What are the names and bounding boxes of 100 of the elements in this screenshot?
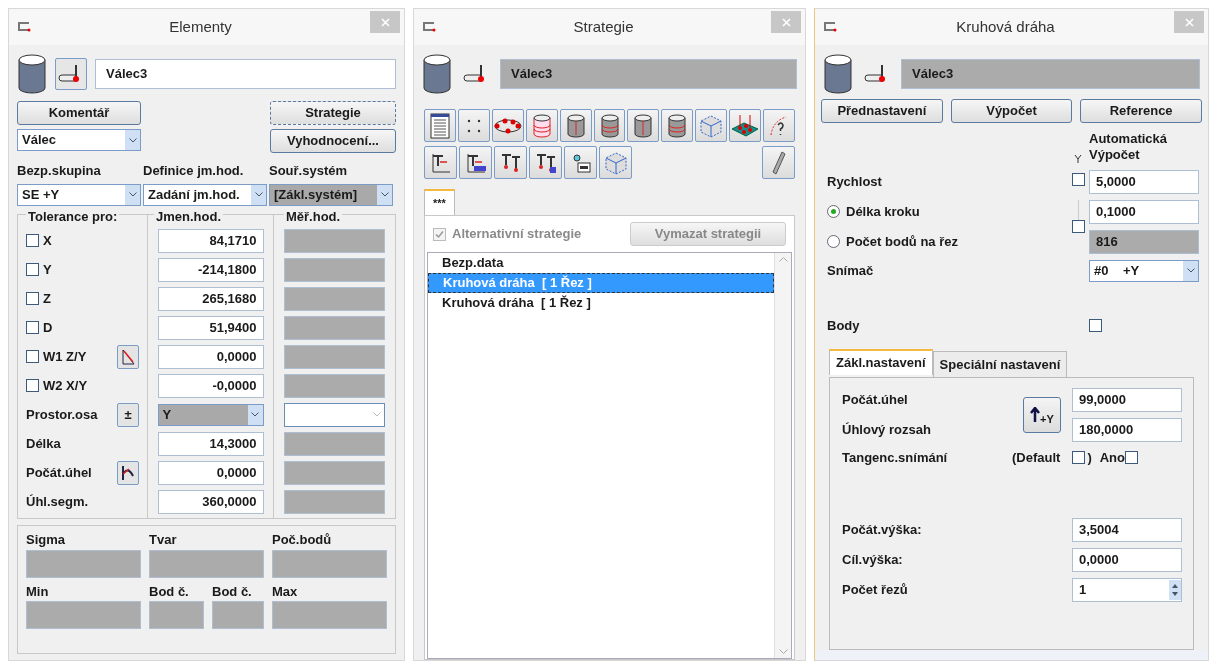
type-dropdown[interactable]: Válec	[17, 129, 141, 151]
field-label: Délka kroku	[846, 202, 920, 221]
nominal-value-field[interactable]: -214,1800	[157, 257, 264, 282]
element-name-field[interactable]: Válec3	[500, 59, 797, 89]
up-arrow-icon	[1030, 407, 1041, 423]
nominal-value-field[interactable]: 51,9400	[157, 315, 264, 340]
nominal-value-field[interactable]: 360,0000	[157, 489, 264, 514]
scroll-down-icon	[778, 649, 788, 654]
input-field[interactable]: 0,1000	[1089, 199, 1199, 224]
probe-dropdown[interactable]: #0 +Y	[1089, 259, 1199, 282]
toolbar-text-button[interactable]: Přednastavení	[821, 99, 943, 123]
spinner-field[interactable]: 1	[1072, 577, 1182, 602]
axis-dropdown[interactable]: Y	[157, 403, 264, 426]
radio-button[interactable]	[827, 235, 840, 248]
row-label: Y	[43, 260, 53, 279]
nominal-value-field[interactable]: -0,0000	[157, 373, 264, 398]
toolbar-button[interactable]	[459, 146, 492, 179]
checkbox[interactable]	[26, 292, 39, 305]
element-name-field[interactable]: Válec3	[95, 59, 396, 89]
field-label: Rychlost	[827, 172, 883, 191]
plus-minus-button[interactable]: ±	[117, 402, 139, 427]
field-label: Počet bodů na řez	[846, 232, 958, 251]
input-field[interactable]: 180,0000	[1072, 418, 1182, 442]
row-label: Úhl.segm.	[26, 492, 90, 511]
strategy-list-item[interactable]: Bezp.data	[428, 253, 774, 273]
toolbar-text-button[interactable]: Výpočet	[950, 99, 1073, 123]
surface-points-icon	[730, 112, 761, 139]
input-field[interactable]: 0,0000	[1072, 547, 1182, 572]
tab[interactable]: ***	[424, 189, 455, 215]
cylinder-icon	[531, 112, 552, 139]
toolbar-button[interactable]	[494, 146, 527, 179]
dropdown[interactable]: SE +Y	[17, 183, 141, 206]
stat-label: Max	[272, 582, 299, 601]
input-field[interactable]: 5,0000	[1089, 169, 1199, 194]
checkbox[interactable]	[433, 227, 446, 241]
probe-button[interactable]	[55, 58, 87, 90]
readonly-field[interactable]: 816	[1089, 229, 1199, 254]
toolbar-button[interactable]	[564, 146, 597, 179]
toolbar-button[interactable]	[627, 109, 660, 142]
app-logo-icon	[823, 22, 837, 32]
checkbox[interactable]	[1071, 219, 1085, 233]
toolbar-text-button[interactable]: Reference	[1080, 99, 1202, 123]
toolbar-button[interactable]	[661, 109, 694, 142]
evaluation-button[interactable]: Vyhodnocení...	[270, 129, 396, 153]
checkbox[interactable]	[26, 234, 39, 247]
tab[interactable]: Zákl.nastavení	[829, 349, 933, 375]
field-label: Definice jm.hod.	[143, 162, 245, 180]
close-icon	[1184, 17, 1194, 27]
field-label: Ano	[1099, 449, 1125, 467]
field-label: Výpočet	[1089, 147, 1141, 164]
field-label: Počát.úhel	[842, 391, 909, 410]
radio-button[interactable]	[827, 205, 840, 218]
row-label: Z	[43, 289, 52, 308]
toolbar-button[interactable]	[559, 109, 592, 142]
field-label: Počet řezů	[842, 580, 909, 599]
cylinder-icon	[17, 53, 47, 95]
checkbox[interactable]	[26, 321, 39, 334]
toolbar-button[interactable]	[424, 109, 456, 142]
checkbox-label: Alternativní strategie	[452, 225, 582, 244]
nominal-value-field[interactable]: 0,0000	[157, 344, 264, 369]
tool-button[interactable]	[117, 460, 139, 485]
checkbox[interactable]	[1125, 451, 1138, 465]
scrollbar[interactable]	[774, 253, 791, 658]
field-label: Automatická	[1089, 131, 1169, 148]
toolbar-button[interactable]	[491, 109, 524, 142]
axis-dropdown[interactable]	[284, 402, 385, 427]
nominal-value-field[interactable]: 0,0000	[157, 460, 264, 485]
toolbar-button[interactable]	[593, 109, 626, 142]
input-field[interactable]: 99,0000	[1072, 388, 1182, 412]
nominal-value-field[interactable]: 265,1680	[157, 286, 264, 311]
arc-icon	[120, 463, 136, 482]
checkbox[interactable]	[1089, 318, 1102, 332]
readonly-field	[212, 601, 264, 629]
cylinder-icon	[823, 53, 853, 95]
field-label: )	[1087, 449, 1092, 467]
field-label: Cíl.výška:	[842, 550, 904, 569]
tab[interactable]: Speciální nastavení	[932, 351, 1068, 377]
element-name-field[interactable]: Válec3	[901, 59, 1200, 89]
nominal-value-field[interactable]: 84,1710	[157, 228, 264, 253]
comment-button[interactable]: Komentář	[17, 101, 141, 125]
input-field[interactable]: 3,5004	[1072, 517, 1182, 542]
checkbox[interactable]	[1071, 172, 1085, 186]
checkbox[interactable]	[26, 350, 39, 363]
window-title: Elementy	[168, 16, 233, 37]
spinner-arrows-icon	[1169, 579, 1181, 600]
strategy-list-item[interactable]: Kruhová dráha [ 1 Řez ]	[428, 293, 774, 313]
dropdown[interactable]: Zadání jm.hod.	[143, 183, 267, 206]
checkbox[interactable]	[1072, 451, 1086, 465]
strategy-button[interactable]: Strategie	[270, 101, 396, 125]
nominal-value-field[interactable]: 14,3000	[157, 431, 264, 456]
field-label: Body	[827, 316, 861, 335]
toolbar-button[interactable]	[529, 146, 562, 179]
axis-direction-button[interactable]: +Y	[1023, 397, 1061, 433]
row-label: Délka	[26, 434, 62, 453]
field-label: Počát.výška:	[842, 520, 923, 539]
toolbar-button[interactable]	[729, 109, 762, 142]
checkbox[interactable]	[26, 379, 39, 392]
cylinder-icon	[565, 112, 586, 139]
toolbar-button[interactable]	[424, 146, 457, 179]
checkbox[interactable]	[26, 263, 39, 276]
